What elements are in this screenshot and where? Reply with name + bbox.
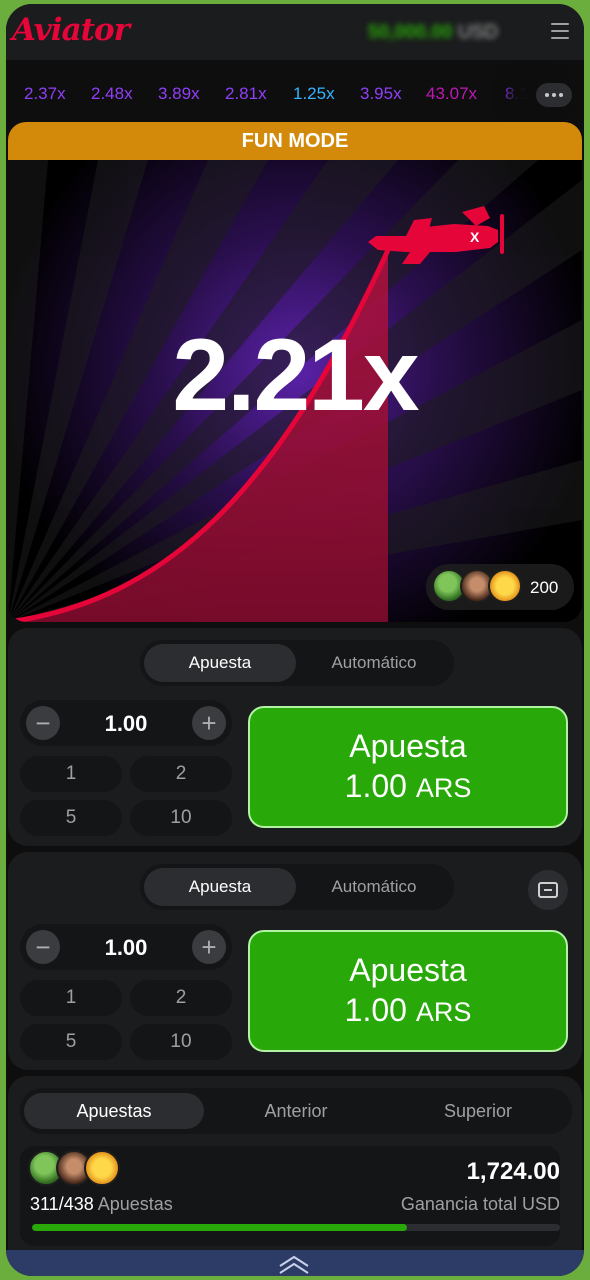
bet-button-value: 1.00 (344, 768, 407, 804)
chevron-up-icon[interactable] (276, 1254, 312, 1274)
multiplier-history: 2.37x 2.48x 3.89x 2.81x 1.25x 3.95x 43.0… (6, 60, 584, 126)
svg-text:X: X (470, 229, 480, 245)
tab-all-bets[interactable]: Apuestas (24, 1093, 204, 1129)
quick-amount-button[interactable]: 2 (130, 756, 232, 792)
bet-panel-1: Apuesta Automático − 1.00 + 1 2 5 10 Apu… (8, 628, 582, 846)
app-window: Aviator 50,000.00 USD 2.37x 2.48x 3.89x … (6, 4, 584, 1276)
plus-icon[interactable]: + (192, 930, 226, 964)
quick-amount-button[interactable]: 5 (20, 1024, 122, 1060)
bet-button-amount: 1.00 ARS (345, 990, 472, 1032)
bets-progress-bar (32, 1224, 560, 1231)
bet-button-label: Apuesta (349, 952, 467, 988)
players-online: 200 (426, 564, 574, 610)
quick-amount-button[interactable]: 5 (20, 800, 122, 836)
bet-button-currency: ARS (415, 773, 472, 803)
hamburger-menu-icon[interactable] (551, 23, 569, 39)
history-item[interactable]: 3.89x (158, 84, 200, 104)
plus-icon[interactable]: + (192, 706, 226, 740)
bet-mode-tabs: Apuesta Automático (140, 864, 454, 910)
tab-auto[interactable]: Automático (298, 644, 450, 682)
more-dots-icon[interactable] (536, 83, 572, 107)
footer-bar (6, 1250, 584, 1276)
game-canvas: FUN MODE X 2.21x 200 (8, 122, 582, 622)
tab-top[interactable]: Superior (388, 1093, 568, 1129)
place-bet-button[interactable]: Apuesta 1.00 ARS (248, 930, 568, 1052)
avatar (84, 1150, 120, 1186)
tab-bet[interactable]: Apuesta (144, 644, 296, 682)
bet-button-value: 1.00 (344, 992, 407, 1028)
history-item[interactable]: 2.37x (24, 84, 66, 104)
history-item[interactable]: 2.48x (91, 84, 133, 104)
quick-amount-button[interactable]: 10 (130, 1024, 232, 1060)
balance-amount: 50,000.00 (368, 22, 453, 43)
bet-panel-2: Apuesta Automático − 1.00 + 1 2 5 10 Apu… (8, 852, 582, 1070)
quick-amount-button[interactable]: 1 (20, 980, 122, 1016)
players-count: 200 (530, 578, 559, 597)
bets-count-value: 311/438 (30, 1194, 94, 1214)
bet-button-currency: ARS (415, 997, 472, 1027)
remove-panel-icon[interactable] (528, 870, 568, 910)
bets-count: 311/438 Apuestas (30, 1194, 173, 1215)
quick-amount-button[interactable]: 2 (130, 980, 232, 1016)
avatar (488, 569, 522, 603)
quick-amount-button[interactable]: 10 (130, 800, 232, 836)
aviator-logo: Aviator (12, 12, 130, 48)
bet-button-amount: 1.00 ARS (345, 766, 472, 808)
history-item[interactable]: 8.1 (505, 84, 529, 104)
bets-progress-fill (32, 1224, 407, 1231)
bet-button-label: Apuesta (349, 728, 467, 764)
tab-auto[interactable]: Automático (298, 868, 450, 906)
tab-bet[interactable]: Apuesta (144, 868, 296, 906)
bet-mode-tabs: Apuesta Automático (140, 640, 454, 686)
bet-amount-stepper: − 1.00 + (20, 924, 232, 970)
tab-previous[interactable]: Anterior (206, 1093, 386, 1129)
fun-mode-banner: FUN MODE (8, 122, 582, 160)
history-item[interactable]: 1.25x (293, 84, 335, 104)
total-win-label: Ganancia total USD (400, 1194, 560, 1214)
current-multiplier: 2.21x (172, 318, 419, 432)
history-item[interactable]: 3.95x (360, 84, 402, 104)
bets-stats-panel: Apuestas Anterior Superior 311/438 Apues… (8, 1076, 582, 1260)
bets-count-label: Apuestas (97, 1194, 173, 1214)
balance: 50,000.00 USD (368, 22, 498, 44)
top-bar: Aviator 50,000.00 USD (6, 4, 584, 60)
quick-amount-button[interactable]: 1 (20, 756, 122, 792)
bets-summary: 311/438 Apuestas 1,724.00 Ganancia total… (20, 1146, 560, 1246)
total-win-amount: 1,724.00 (466, 1158, 560, 1185)
balance-currency: USD (457, 22, 498, 43)
bet-amount-stepper: − 1.00 + (20, 700, 232, 746)
history-item[interactable]: 43.07x (426, 84, 477, 104)
bets-tabs: Apuestas Anterior Superior (20, 1088, 572, 1134)
history-item[interactable]: 2.81x (225, 84, 267, 104)
place-bet-button[interactable]: Apuesta 1.00 ARS (248, 706, 568, 828)
